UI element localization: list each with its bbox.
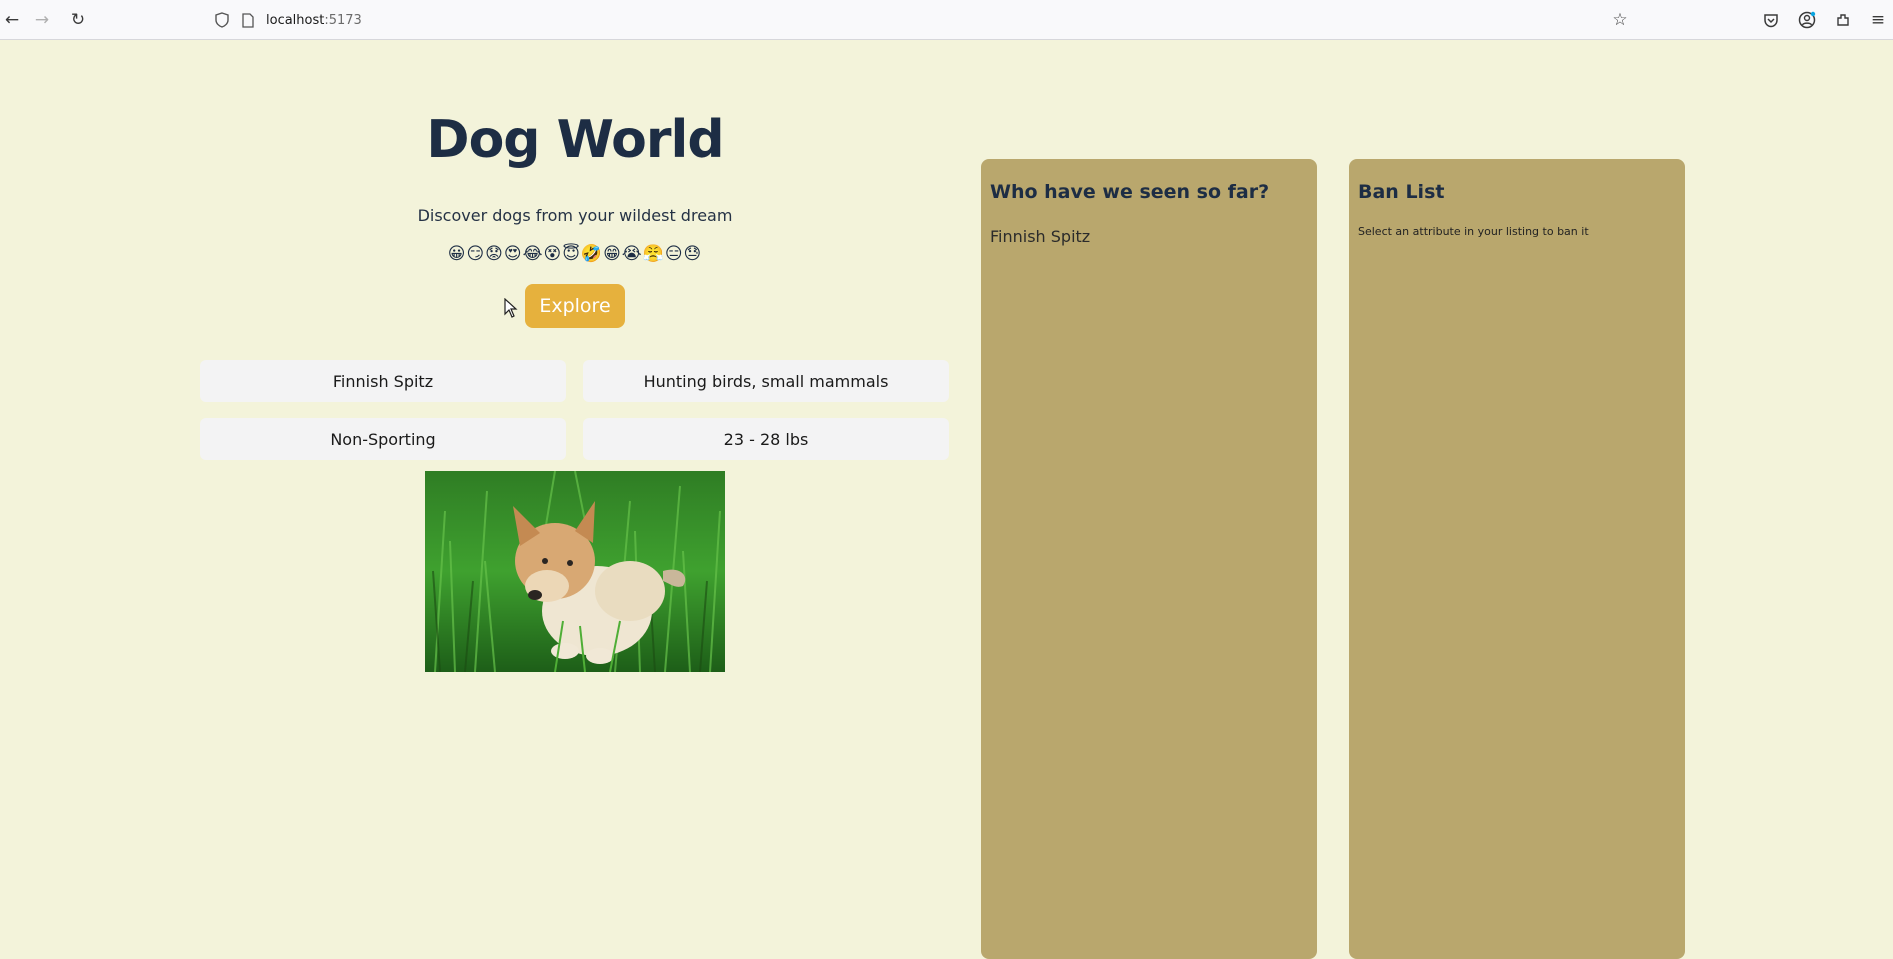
page-icon bbox=[240, 12, 256, 28]
reload-icon[interactable]: ↻ bbox=[66, 8, 90, 32]
ban-list-title: Ban List bbox=[1358, 181, 1445, 203]
menu-icon[interactable]: ≡ bbox=[1866, 8, 1890, 32]
ban-list-panel: Ban List Select an attribute in your lis… bbox=[1349, 159, 1685, 959]
page-title: Dog World bbox=[426, 110, 724, 170]
emoji-row: 😀😏😟😍😂😵😇🤣😁😭😤😑😓 bbox=[447, 244, 703, 264]
attribute-button-breed[interactable]: Finnish Spitz bbox=[200, 360, 566, 402]
star-icon[interactable]: ☆ bbox=[1608, 8, 1632, 32]
back-icon[interactable]: ← bbox=[0, 8, 24, 32]
forward-icon[interactable]: → bbox=[30, 8, 54, 32]
pocket-icon[interactable] bbox=[1759, 8, 1783, 32]
account-icon[interactable] bbox=[1795, 8, 1819, 32]
page-subtitle: Discover dogs from your wildest dream bbox=[417, 206, 733, 225]
seen-list-item[interactable]: Finnish Spitz bbox=[990, 227, 1308, 246]
ban-list-hint: Select an attribute in your listing to b… bbox=[1358, 225, 1589, 238]
seen-panel: Who have we seen so far? Finnish Spitz bbox=[981, 159, 1317, 959]
url-text[interactable]: localhost:5173 bbox=[266, 13, 362, 28]
main-column: Dog World Discover dogs from your wildes… bbox=[200, 40, 950, 740]
attribute-button-weight[interactable]: 23 - 28 lbs bbox=[583, 418, 949, 460]
explore-button[interactable]: Explore bbox=[525, 284, 625, 328]
mouse-cursor-icon bbox=[504, 297, 518, 323]
dog-photo bbox=[425, 471, 725, 672]
browser-toolbar: ← → ↻ localhost:5173 ☆ ≡ bbox=[0, 0, 1893, 40]
extensions-icon[interactable] bbox=[1831, 8, 1855, 32]
attribute-button-group[interactable]: Non-Sporting bbox=[200, 418, 566, 460]
seen-panel-title: Who have we seen so far? bbox=[990, 181, 1270, 203]
attribute-button-bred-for[interactable]: Hunting birds, small mammals bbox=[583, 360, 949, 402]
shield-icon[interactable] bbox=[214, 12, 230, 28]
address-bar[interactable]: localhost:5173 bbox=[214, 6, 1634, 34]
